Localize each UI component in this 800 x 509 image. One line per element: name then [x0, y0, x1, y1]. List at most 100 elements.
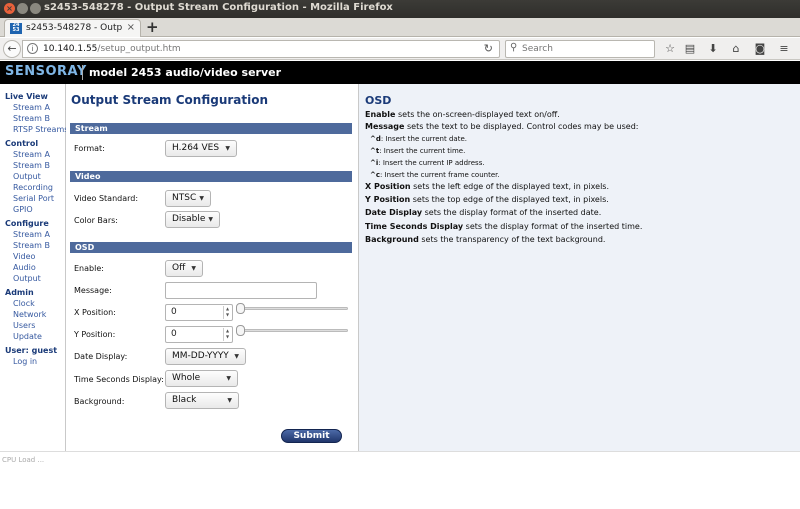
- chevron-down-icon: ▼: [234, 353, 239, 360]
- page-title: Output Stream Configuration: [71, 93, 269, 107]
- sidebar-heading-user: User: guest: [5, 346, 58, 355]
- menu-hamburger-icon[interactable]: ≡: [776, 41, 792, 57]
- help-code-ip: ^i: Insert the current IP address.: [370, 159, 485, 167]
- pocket-icon[interactable]: ◙: [752, 41, 768, 57]
- sidebar-item-live-stream-a[interactable]: Stream A: [13, 103, 50, 112]
- time-seconds-select[interactable]: Whole ▼: [165, 370, 238, 387]
- color-bars-label: Color Bars:: [74, 216, 118, 225]
- cpu-load-status: CPU Load ...: [2, 456, 45, 464]
- site-info-icon[interactable]: i: [27, 43, 38, 54]
- brand-logo[interactable]: SENSORAY: [5, 64, 87, 79]
- sidebar-item-serial-port[interactable]: Serial Port: [13, 194, 54, 203]
- reading-list-icon[interactable]: ▤: [682, 41, 698, 57]
- sidebar-heading-admin[interactable]: Admin: [5, 288, 34, 297]
- help-panel: OSD Enable sets the on-screen-displayed …: [358, 84, 800, 451]
- sidebar-nav: Live View Stream A Stream B RTSP Streams…: [0, 84, 68, 451]
- x-position-input[interactable]: 0 ▲ ▼: [165, 304, 233, 321]
- x-position-slider[interactable]: [236, 303, 348, 314]
- search-box[interactable]: ⚲: [505, 40, 655, 58]
- x-position-slider-handle[interactable]: [236, 303, 245, 314]
- sidebar-item-configure-stream-a[interactable]: Stream A: [13, 230, 50, 239]
- message-label: Message:: [74, 286, 112, 295]
- x-position-label: X Position:: [74, 308, 116, 317]
- y-position-slider-handle[interactable]: [236, 325, 245, 336]
- message-input[interactable]: [165, 282, 317, 299]
- model-title: model 2453 audio/video server: [89, 66, 282, 79]
- sidebar-heading-control[interactable]: Control: [5, 139, 38, 148]
- format-label: Format:: [74, 144, 105, 153]
- date-display-select[interactable]: MM-DD-YYYY ▼: [165, 348, 246, 365]
- help-line-time-seconds: Time Seconds Display sets the display fo…: [365, 222, 643, 231]
- sidebar-item-recording[interactable]: Recording: [13, 183, 53, 192]
- sidebar-item-audio[interactable]: Audio: [13, 263, 36, 272]
- y-position-spinner-icon[interactable]: ▲ ▼: [223, 328, 231, 341]
- y-position-label: Y Position:: [74, 330, 116, 339]
- help-title: OSD: [365, 94, 392, 107]
- format-value: H.264 VES: [172, 143, 220, 153]
- x-position-spinner-icon[interactable]: ▲ ▼: [223, 306, 231, 319]
- help-line-x-position: X Position sets the left edge of the dis…: [365, 182, 610, 191]
- background-value: Black: [172, 395, 197, 405]
- navigation-bar: ← i 10.140.1.55/setup_output.htm ↻ ⚲ ☆ ▤…: [0, 38, 800, 60]
- window-maximize-icon[interactable]: [30, 3, 41, 14]
- section-header-stream: Stream: [70, 123, 352, 134]
- y-position-input[interactable]: 0 ▲ ▼: [165, 326, 233, 343]
- window-title: s2453-548278 - Output Stream Configurati…: [44, 2, 393, 13]
- home-icon[interactable]: ⌂: [728, 41, 744, 57]
- video-standard-label: Video Standard:: [74, 194, 139, 203]
- sidebar-item-clock[interactable]: Clock: [13, 299, 35, 308]
- sidebar-item-configure-stream-b[interactable]: Stream B: [13, 241, 50, 250]
- sidebar-heading-live-view[interactable]: Live View: [5, 92, 48, 101]
- downloads-icon[interactable]: ⬇: [705, 41, 721, 57]
- time-seconds-label: Time Seconds Display:: [74, 375, 164, 384]
- sidebar-item-users[interactable]: Users: [13, 321, 35, 330]
- chevron-down-icon: ▼: [227, 397, 232, 404]
- sidebar-item-rtsp-streams[interactable]: RTSP Streams: [13, 125, 68, 134]
- osd-enable-value: Off: [172, 263, 186, 273]
- background-select[interactable]: Black ▼: [165, 392, 239, 409]
- x-position-value: 0: [171, 307, 177, 317]
- app-header: SENSORAY model 2453 audio/video server: [0, 61, 800, 84]
- sidebar-item-configure-output[interactable]: Output: [13, 274, 41, 283]
- new-tab-icon[interactable]: +: [146, 18, 159, 36]
- date-display-label: Date Display:: [74, 352, 128, 361]
- help-code-time: ^t: Insert the current time.: [370, 147, 466, 155]
- browser-tab[interactable]: 24 53 s2453-548278 - Outp… ×: [4, 19, 141, 37]
- submit-button[interactable]: Submit: [281, 429, 342, 443]
- color-bars-select[interactable]: Disable ▼: [165, 211, 220, 228]
- search-input[interactable]: [522, 43, 650, 55]
- back-arrow-icon[interactable]: ←: [3, 40, 21, 58]
- url-text[interactable]: 10.140.1.55/setup_output.htm: [43, 44, 181, 54]
- chevron-down-icon: ▼: [208, 216, 213, 223]
- y-position-slider[interactable]: [236, 325, 348, 336]
- video-standard-select[interactable]: NTSC ▼: [165, 190, 211, 207]
- format-select[interactable]: H.264 VES ▼: [165, 140, 237, 157]
- section-header-osd: OSD: [70, 242, 352, 253]
- section-header-video: Video: [70, 171, 352, 182]
- window-close-icon[interactable]: ×: [4, 3, 15, 14]
- sidebar-item-live-stream-b[interactable]: Stream B: [13, 114, 50, 123]
- color-bars-value: Disable: [172, 214, 206, 224]
- browser-tab-label: s2453-548278 - Outp…: [26, 23, 122, 33]
- sidebar-item-control-output[interactable]: Output: [13, 172, 41, 181]
- reload-icon[interactable]: ↻: [484, 42, 493, 55]
- sidebar-item-update[interactable]: Update: [13, 332, 42, 341]
- header-divider: [82, 65, 83, 80]
- window-minimize-icon[interactable]: [17, 3, 28, 14]
- sidebar-item-gpio[interactable]: GPIO: [13, 205, 33, 214]
- help-line-enable: Enable sets the on-screen-displayed text…: [365, 110, 560, 119]
- search-icon: ⚲: [510, 42, 518, 53]
- sidebar-heading-configure[interactable]: Configure: [5, 219, 49, 228]
- sidebar-item-network[interactable]: Network: [13, 310, 46, 319]
- tab-close-icon[interactable]: ×: [127, 22, 135, 33]
- sidebar-item-control-stream-b[interactable]: Stream B: [13, 161, 50, 170]
- chevron-down-icon: ▼: [225, 145, 230, 152]
- url-bar[interactable]: i 10.140.1.55/setup_output.htm ↻: [22, 40, 500, 58]
- sidebar-item-control-stream-a[interactable]: Stream A: [13, 150, 50, 159]
- bookmark-star-icon[interactable]: ☆: [662, 41, 678, 57]
- sidebar-item-log-in[interactable]: Log in: [13, 357, 37, 366]
- sensoray-favicon-icon: 24 53: [10, 23, 22, 34]
- date-display-value: MM-DD-YYYY: [172, 351, 229, 361]
- osd-enable-select[interactable]: Off ▼: [165, 260, 203, 277]
- sidebar-item-video[interactable]: Video: [13, 252, 35, 261]
